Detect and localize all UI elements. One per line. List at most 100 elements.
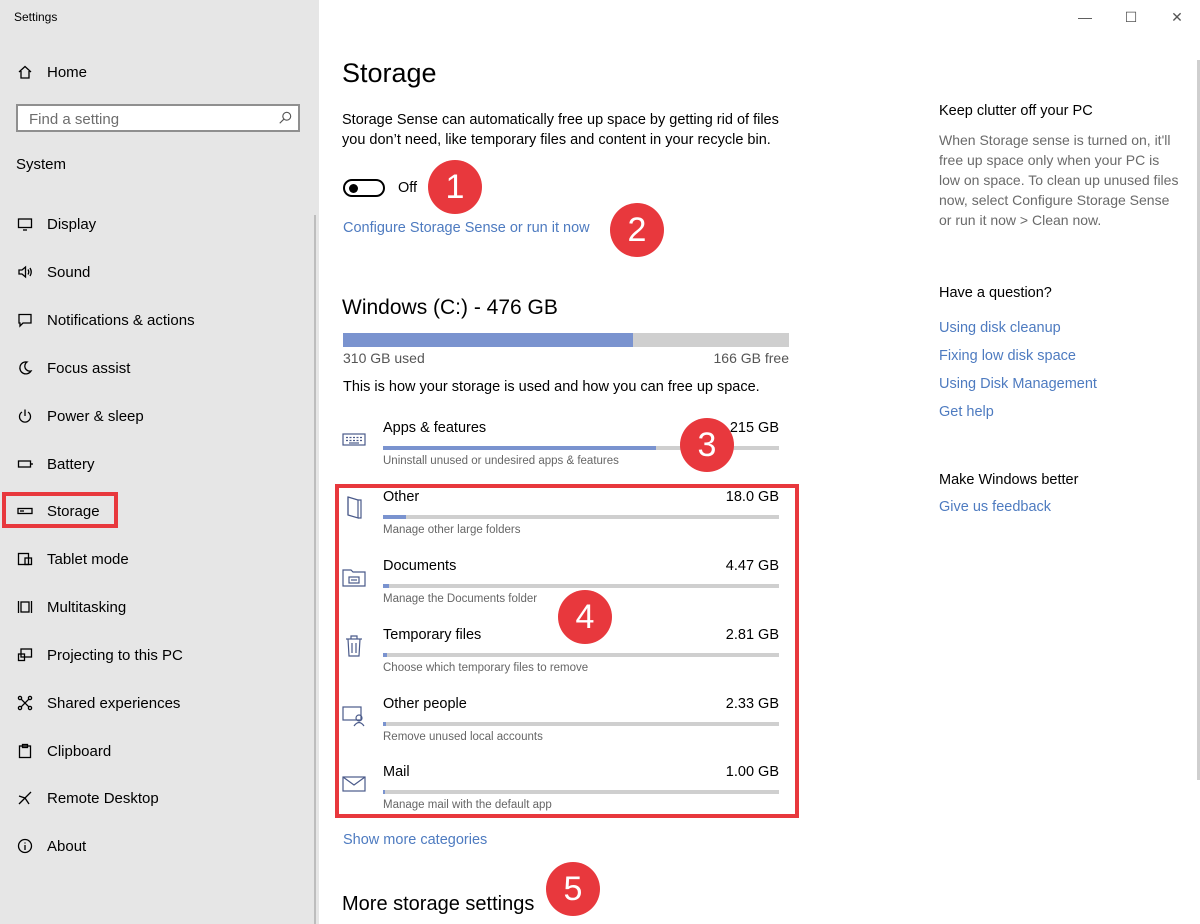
storage-highlight-box <box>2 492 118 528</box>
category-description: Choose which temporary files to remove <box>383 662 589 674</box>
clutter-heading: Keep clutter off your PC <box>939 103 1093 119</box>
category-usage-fill <box>383 790 386 794</box>
home-icon <box>16 63 34 81</box>
search-input[interactable] <box>27 106 271 132</box>
power-icon <box>16 407 34 425</box>
sidebar-item-label: Shared experiences <box>47 694 181 712</box>
sidebar: Settings Home System Display Sound Notif… <box>0 0 319 924</box>
annotation-badge-2: 2 <box>610 203 664 257</box>
category-size: 1.00 GB <box>725 764 779 780</box>
clutter-description: When Storage sense is turned on, it'll f… <box>939 132 1179 228</box>
category-size: 215 GB <box>729 420 779 436</box>
category-usage-bar <box>383 722 779 726</box>
sidebar-item-label: Sound <box>47 263 91 281</box>
category-name: Mail <box>383 764 410 780</box>
category-other[interactable]: Other 18.0 GB Manage other large folders <box>339 489 784 545</box>
sidebar-item-label: Notifications & actions <box>47 311 195 329</box>
sidebar-scrollbar[interactable] <box>314 215 316 924</box>
sidebar-item-label: Display <box>47 215 97 233</box>
annotation-badge-1: 1 <box>428 160 482 214</box>
storage-usage-intro: This is how your storage is used and how… <box>343 379 760 395</box>
category-usage-fill <box>383 653 387 657</box>
toggle-state-label: Off <box>398 180 418 196</box>
sidebar-item-label: Tablet mode <box>47 550 129 568</box>
category-usage-fill <box>383 722 387 726</box>
category-usage-fill <box>383 584 389 588</box>
annotation-badge-5: 5 <box>546 862 600 916</box>
sidebar-item-multitasking[interactable]: Multitasking <box>0 587 319 627</box>
toggle-knob <box>349 184 358 193</box>
drive-title: Windows (C:) - 476 GB <box>342 296 558 319</box>
category-usage-bar <box>383 653 779 657</box>
notification-icon <box>16 311 34 329</box>
sidebar-item-label: Home <box>47 63 88 81</box>
feedback-heading: Make Windows better <box>939 472 1079 488</box>
category-size: 2.33 GB <box>725 696 779 712</box>
sidebar-item-notifications[interactable]: Notifications & actions <box>0 300 319 340</box>
configure-storage-sense-link[interactable]: Configure Storage Sense or run it now <box>343 220 590 236</box>
drive-used-label: 310 GB used <box>343 350 425 366</box>
search-icon <box>279 111 292 124</box>
sidebar-item-label: Focus assist <box>47 359 131 377</box>
category-usage-fill <box>383 446 657 450</box>
sidebar-item-label: Remote Desktop <box>47 789 159 807</box>
annotation-badge-4: 4 <box>558 590 612 644</box>
multitasking-icon <box>16 598 34 616</box>
search-box[interactable] <box>16 104 300 132</box>
sidebar-item-label: Projecting to this PC <box>47 646 183 664</box>
monitor-icon <box>16 215 34 233</box>
drive-usage-fill <box>343 333 633 347</box>
get-help-link[interactable]: Get help <box>939 404 994 420</box>
documents-folder-icon <box>341 564 367 590</box>
sidebar-item-about[interactable]: About <box>0 826 319 866</box>
remote-desktop-icon <box>16 789 34 807</box>
category-description: Manage other large folders <box>383 524 521 536</box>
storage-sense-toggle[interactable] <box>343 179 385 197</box>
category-mail[interactable]: Mail 1.00 GB Manage mail with the defaul… <box>339 764 784 820</box>
keyboard-icon <box>341 426 367 452</box>
category-description: Remove unused local accounts <box>383 731 543 743</box>
sidebar-item-clipboard[interactable]: Clipboard <box>0 731 319 771</box>
show-more-categories-link[interactable]: Show more categories <box>343 832 487 848</box>
sidebar-item-label: Clipboard <box>47 742 112 760</box>
sidebar-item-remote-desktop[interactable]: Remote Desktop <box>0 778 319 818</box>
projecting-icon <box>16 646 34 664</box>
sidebar-item-projecting[interactable]: Projecting to this PC <box>0 635 319 675</box>
sidebar-item-home[interactable]: Home <box>0 52 319 92</box>
category-temporary-files[interactable]: Temporary files 2.81 GB Choose which tem… <box>339 627 784 683</box>
help-link-low-disk-space[interactable]: Fixing low disk space <box>939 348 1076 364</box>
storage-sense-description: Storage Sense can automatically free up … <box>342 112 779 148</box>
category-other-people[interactable]: Other people 2.33 GB Remove unused local… <box>339 696 784 752</box>
info-icon <box>16 837 34 855</box>
speaker-icon <box>16 263 34 281</box>
sidebar-item-label: Battery <box>47 455 95 473</box>
question-heading: Have a question? <box>939 285 1052 301</box>
sidebar-item-battery[interactable]: Battery <box>0 444 319 484</box>
category-name: Documents <box>383 558 457 574</box>
category-description: Manage the Documents folder <box>383 593 538 605</box>
drive-free-label: 166 GB free <box>713 350 790 366</box>
clipboard-icon <box>16 742 34 760</box>
section-label: System <box>16 156 67 173</box>
sidebar-item-power-sleep[interactable]: Power & sleep <box>0 396 319 436</box>
help-link-disk-cleanup[interactable]: Using disk cleanup <box>939 320 1061 336</box>
moon-icon <box>16 359 34 377</box>
sidebar-item-focus-assist[interactable]: Focus assist <box>0 348 319 388</box>
app-title: Settings <box>14 10 58 24</box>
sidebar-item-label: Power & sleep <box>47 407 144 425</box>
sidebar-item-sound[interactable]: Sound <box>0 252 319 292</box>
sidebar-item-shared-experiences[interactable]: Shared experiences <box>0 683 319 723</box>
category-name: Other people <box>383 696 467 712</box>
folder-page-icon <box>341 495 367 521</box>
help-link-disk-management[interactable]: Using Disk Management <box>939 376 1097 392</box>
sidebar-item-display[interactable]: Display <box>0 204 319 244</box>
category-usage-bar <box>383 584 779 588</box>
sidebar-item-label: About <box>47 837 87 855</box>
sidebar-item-tablet-mode[interactable]: Tablet mode <box>0 539 319 579</box>
more-storage-settings-heading: More storage settings <box>342 893 535 915</box>
give-feedback-link[interactable]: Give us feedback <box>939 499 1051 515</box>
category-size: 4.47 GB <box>725 558 779 574</box>
battery-icon <box>16 455 34 473</box>
mail-icon <box>341 770 367 796</box>
category-name: Temporary files <box>383 627 482 643</box>
